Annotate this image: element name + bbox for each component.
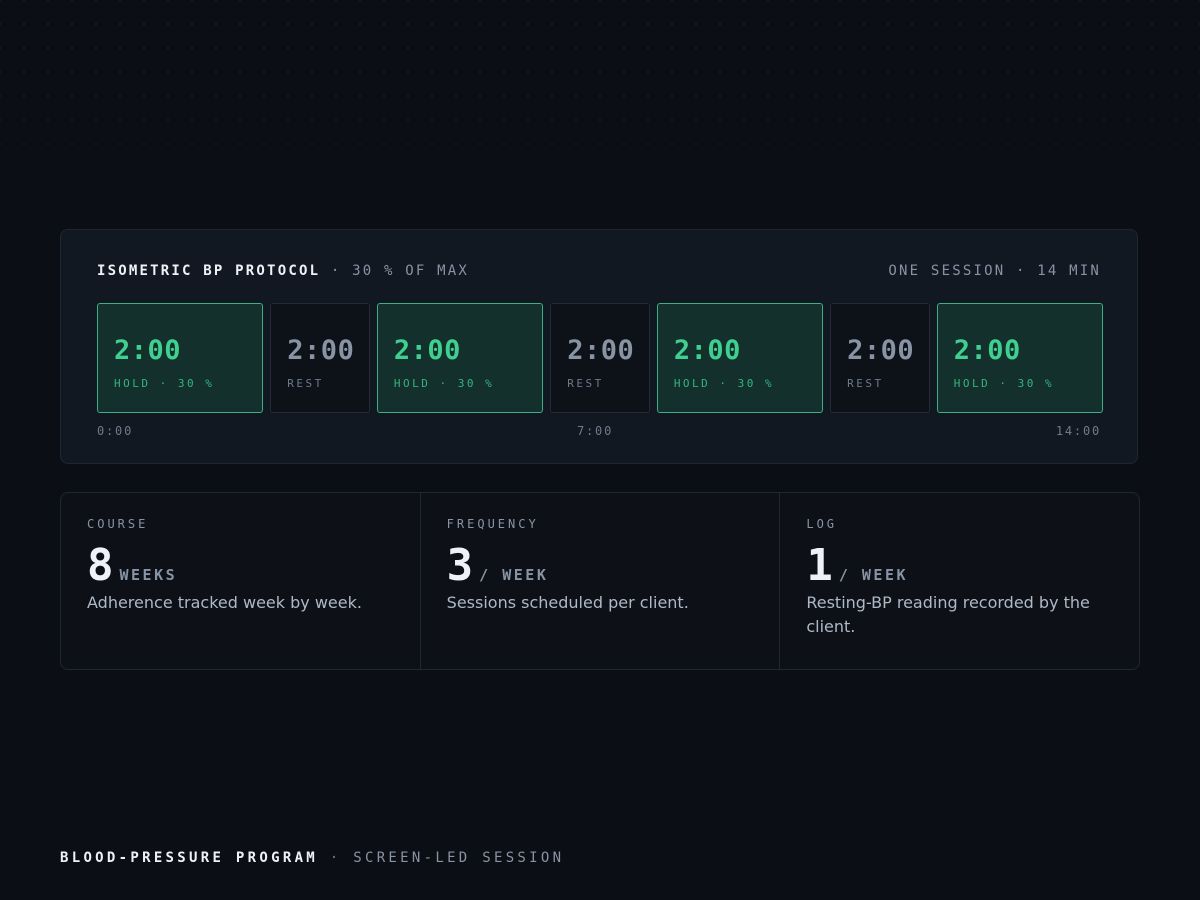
protocol-title-separator: · <box>320 263 353 279</box>
segment-rest-2: 2:00 REST <box>550 303 650 413</box>
segment-hold-3: 2:00 HOLD · 30 % <box>656 303 824 413</box>
stat-label: FREQUENCY <box>446 517 539 531</box>
protocol-title-group: ISOMETRIC BP PROTOCOL · 30 % OF MAX <box>97 263 469 279</box>
segment-hold-2: 2:00 HOLD · 30 % <box>376 303 544 413</box>
stat-course: COURSE 8 WEEKS Adherence tracked week by… <box>61 493 420 669</box>
page-footer: BLOOD-PRESSURE PROGRAM · SCREEN-LED SESS… <box>60 850 564 868</box>
program-stats: COURSE 8 WEEKS Adherence tracked week by… <box>60 492 1140 670</box>
segment-hold-4: 2:00 HOLD · 30 % <box>936 303 1104 413</box>
stat-label: COURSE <box>87 517 149 531</box>
segment-time: 2:00 <box>847 335 915 366</box>
stat-number: 1 <box>806 540 833 591</box>
stat-label: LOG <box>806 517 838 531</box>
segment-label: REST <box>287 377 324 390</box>
session-mode: SCREEN-LED SESSION <box>353 850 565 866</box>
timeline-end: 14:00 <box>1055 424 1101 438</box>
protocol-header: ISOMETRIC BP PROTOCOL · 30 % OF MAX ONE … <box>97 262 1101 280</box>
stat-description: Adherence tracked week by week. <box>87 593 362 612</box>
stat-number: 3 <box>446 540 474 591</box>
segment-label: HOLD · 30 % <box>114 377 215 390</box>
stat-unit: / WEEK <box>838 566 909 584</box>
protocol-card: ISOMETRIC BP PROTOCOL · 30 % OF MAX ONE … <box>60 229 1138 464</box>
program-title: BLOOD-PRESSURE PROGRAM <box>60 850 319 866</box>
protocol-title: ISOMETRIC BP PROTOCOL <box>97 263 321 279</box>
segment-time: 2:00 <box>393 335 461 366</box>
stat-description: Sessions scheduled per client. <box>446 593 689 612</box>
segment-label: HOLD · 30 % <box>673 377 775 390</box>
segment-label: REST <box>567 377 604 390</box>
stat-unit: WEEKS <box>119 566 178 584</box>
stat-frequency: FREQUENCY 3 / WEEK Sessions scheduled pe… <box>419 493 780 669</box>
timeline-start: 0:00 <box>97 424 134 438</box>
segment-time: 2:00 <box>673 335 741 366</box>
segment-label: HOLD · 30 % <box>953 377 1055 390</box>
segment-time: 2:00 <box>287 335 355 366</box>
stat-number: 8 <box>87 540 114 591</box>
segment-label: REST <box>847 377 884 390</box>
footer-separator: · <box>318 850 354 866</box>
segment-hold-1: 2:00 HOLD · 30 % <box>97 303 264 413</box>
segment-time: 2:00 <box>114 335 182 366</box>
segment-rest-1: 2:00 REST <box>270 303 370 413</box>
stat-value-row: 8 WEEKS <box>87 543 420 589</box>
segment-rest-3: 2:00 REST <box>830 303 930 413</box>
stat-value-row: 3 / WEEK <box>447 543 780 589</box>
stat-unit: / WEEK <box>479 566 549 584</box>
protocol-intensity: 30 % OF MAX <box>352 263 470 279</box>
timeline-axis: 0:00 7:00 14:00 <box>97 424 1101 440</box>
session-timeline-segments: 2:00 HOLD · 30 % 2:00 REST 2:00 HOLD · 3… <box>97 303 1104 413</box>
stat-log: LOG 1 / WEEK Resting-BP reading recorded… <box>779 493 1139 669</box>
segment-time: 2:00 <box>567 335 635 366</box>
segment-label: HOLD · 30 % <box>393 377 495 390</box>
session-summary: ONE SESSION · 14 MIN <box>888 263 1101 279</box>
timeline-midpoint: 7:00 <box>577 424 614 438</box>
stat-value-row: 1 / WEEK <box>806 543 1139 589</box>
segment-time: 2:00 <box>953 335 1021 366</box>
stat-description: Resting-BP reading recorded by the clien… <box>806 593 1090 636</box>
